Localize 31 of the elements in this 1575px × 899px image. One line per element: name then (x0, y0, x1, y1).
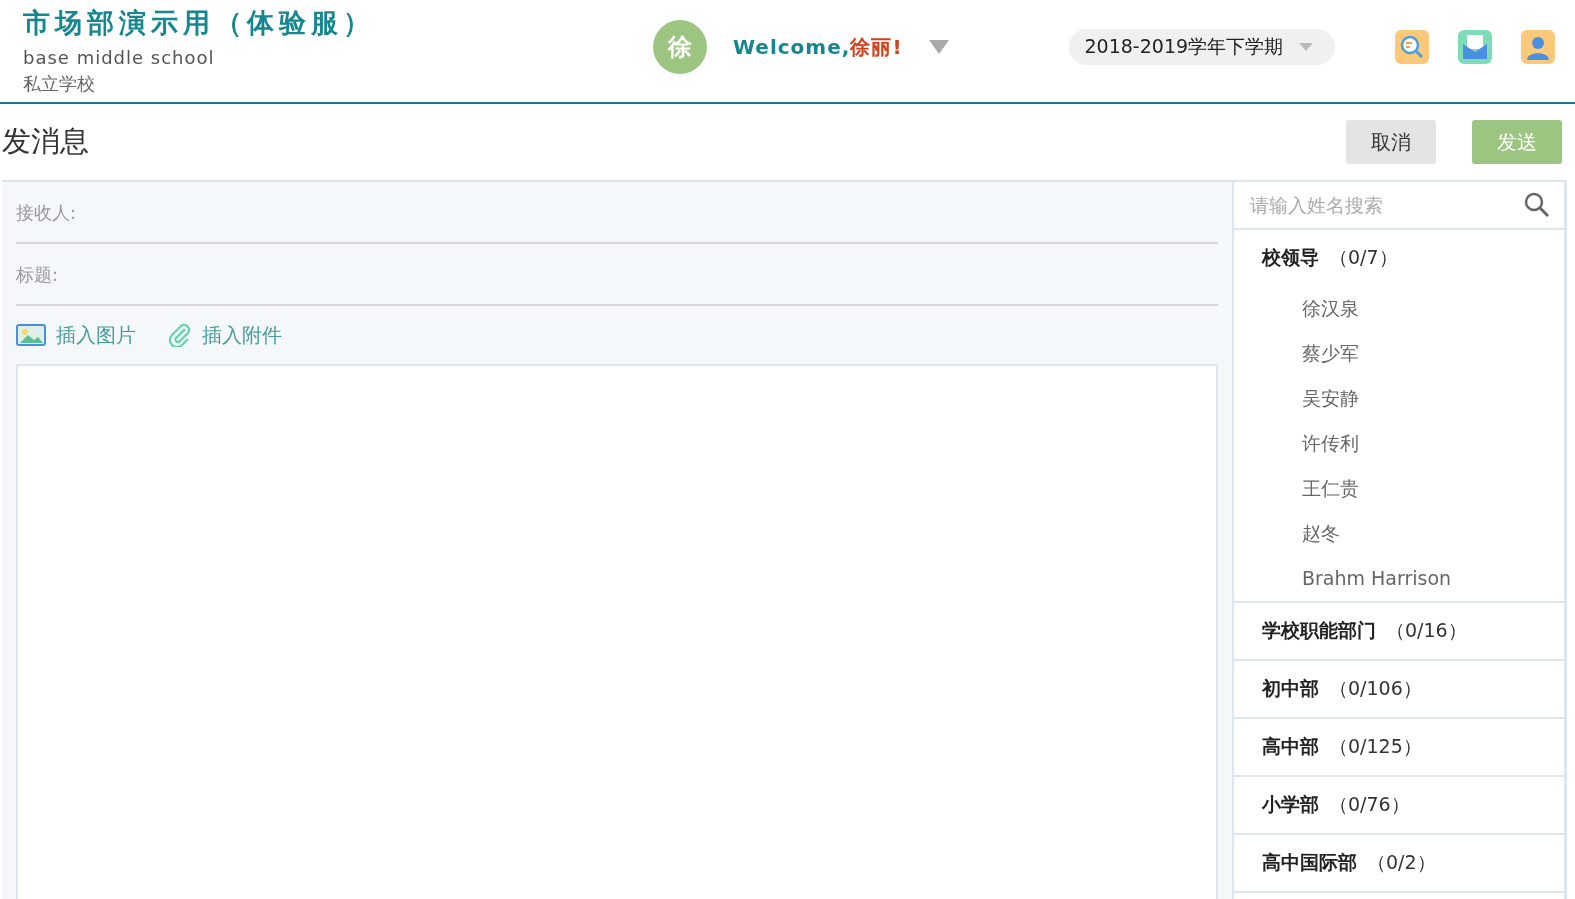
search-icon[interactable] (1395, 30, 1430, 64)
search-icon[interactable] (1524, 192, 1550, 218)
cancel-button[interactable]: 取消 (1346, 120, 1436, 164)
insert-attachment-link[interactable]: 插入附件 (202, 321, 282, 349)
page-title: 发消息 (1, 123, 89, 160)
search-field[interactable]: 请输入姓名搜索 (1248, 193, 1524, 217)
contact-group[interactable]: 初中部 （0/106） (1234, 661, 1564, 717)
contact-name[interactable]: 王仁贵 (1234, 466, 1564, 511)
contact-name[interactable]: 蔡少军 (1234, 331, 1564, 376)
contact-group[interactable]: 高中国际部 （0/2） (1234, 835, 1564, 891)
contact-name[interactable]: 吴安静 (1234, 376, 1564, 421)
insert-image-link[interactable]: 插入图片 (56, 321, 136, 349)
app-title: 市场部演示用（体验服） (23, 6, 376, 40)
school-type: 私立学校 (23, 72, 96, 96)
contact-group[interactable]: 校领导 （0/7） (1234, 230, 1564, 286)
caret-icon (1299, 43, 1314, 51)
contact-name[interactable]: 许传利 (1234, 421, 1564, 466)
mail-icon[interactable] (1458, 30, 1493, 64)
contact-group[interactable]: 学校职能部门 （0/16） (1234, 603, 1564, 659)
term-dropdown[interactable]: 2018-2019学年下学期 (1068, 29, 1336, 65)
contact-group[interactable]: 小学部 （0/76） (1234, 777, 1564, 833)
paperclip-icon[interactable] (168, 323, 192, 347)
contact-name[interactable]: 赵冬 (1234, 511, 1564, 556)
user-icon[interactable] (1521, 30, 1556, 64)
contact-group[interactable]: 高中部 （0/125） (1234, 719, 1564, 775)
image-icon[interactable] (16, 324, 46, 346)
school-name: base middle school (23, 46, 216, 70)
welcome-text: Welcome,徐丽! (733, 33, 903, 61)
caret-icon[interactable] (928, 40, 949, 54)
contact-name[interactable]: Brahm Harrison (1234, 556, 1564, 601)
contact-name[interactable]: 徐汉泉 (1234, 286, 1564, 331)
